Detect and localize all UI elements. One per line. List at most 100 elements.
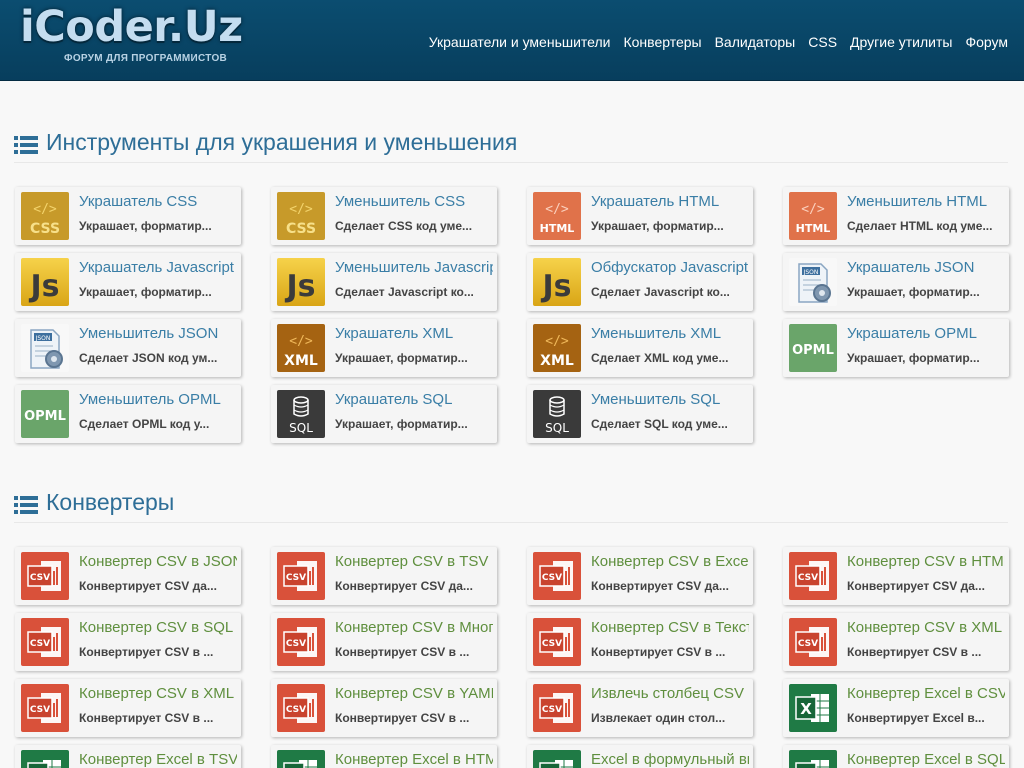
nav-converters[interactable]: Конвертеры [623,34,701,50]
tool-card[interactable]: OPML Уменьшитель OPML Сделает OPML код у..… [15,385,241,443]
tool-description: Конвертирует CSV в ... [591,645,726,659]
tool-description: Конвертирует Excel в... [847,711,985,725]
sql-icon: SQL [533,390,581,438]
tool-card[interactable]: CSV Конвертер CSV в TSV Конвертирует CSV д… [271,547,497,605]
tool-description: Конвертирует CSV в ... [79,645,214,659]
tool-card[interactable]: SQL Уменьшитель SQL Сделает SQL код уме... [527,385,753,443]
tool-card[interactable]: X Конвертер Excel в SQL [783,745,1009,768]
tool-title[interactable]: Конвертер Excel в HTML [335,751,493,768]
tool-card[interactable]: </> XML Уменьшитель XML Сделает XML код уме… [527,319,753,377]
nav-other-tools[interactable]: Другие утилиты [850,34,952,50]
tool-description: Украшает, форматир... [335,351,468,365]
csv-icon: CSV [789,552,837,600]
tool-card[interactable]: </> CSS Уменьшитель CSS Сделает CSS код уме… [271,187,497,245]
tool-title[interactable]: Украшатель JSON [847,259,1005,279]
tool-title[interactable]: Украшатель HTML [591,193,749,213]
opml-icon: OPML [21,390,69,438]
tool-title[interactable]: Украшатель XML [335,325,493,345]
opml-icon: OPML [789,324,837,372]
site-logo[interactable]: iCoder.Uz ФОРУМ ДЛЯ ПРОГРАММИСТОВ [20,2,270,72]
tool-title[interactable]: Конвертер Excel в TSV [79,751,237,768]
tool-card[interactable]: Js Обфускатор Javascript Сделает Javascrip… [527,253,753,311]
svg-text:</>: </> [289,334,313,349]
tool-title[interactable]: Уменьшитель Javascript [335,259,493,279]
tool-title[interactable]: Уменьшитель XML [591,325,749,345]
tool-card[interactable]: OPML Украшатель OPML Украшает, форматир... [783,319,1009,377]
tool-title[interactable]: Уменьшитель OPML [79,391,237,411]
tool-card[interactable]: Js Уменьшитель Javascript Сделает Javascri… [271,253,497,311]
svg-text:CSV: CSV [286,705,306,715]
tool-description: Сделает SQL код уме... [591,417,728,431]
svg-text:SQL: SQL [545,421,569,435]
tool-title[interactable]: Конвертер CSV в Текст [591,619,749,639]
tool-title[interactable]: Конвертер CSV в SQL [79,619,237,639]
tool-title[interactable]: Конвертер CSV в XML [79,685,237,705]
nav-validators[interactable]: Валидаторы [715,34,796,50]
svg-text:CSV: CSV [286,573,306,583]
tool-title[interactable]: Конвертер CSV в Много [335,619,493,639]
svg-text:XML: XML [540,353,574,369]
tool-card[interactable]: X Конвертер Excel в TSV [15,745,241,768]
tool-card[interactable]: </> HTML Уменьшитель HTML Сделает HTML код … [783,187,1009,245]
tool-card[interactable]: CSV Извлечь столбец CSV Извлекает один сто… [527,679,753,737]
json-icon: JSON [21,324,69,372]
tool-card[interactable]: JSON Уменьшитель JSON Сделает JSON код ум.… [15,319,241,377]
tool-title[interactable]: Конвертер CSV в XML [847,619,1005,639]
tool-card[interactable]: CSV Конвертер CSV в Текст Конвертирует CSV… [527,613,753,671]
tool-title[interactable]: Украшатель SQL [335,391,493,411]
excel-icon: X [789,750,837,768]
svg-text:CSV: CSV [30,705,50,715]
tool-card[interactable]: CSV Конвертер CSV в HTML Конвертирует CSV … [783,547,1009,605]
tool-card[interactable]: CSV Конвертер CSV в XML Конвертирует CSV в… [15,679,241,737]
js-icon: Js [533,258,581,306]
html-icon: </> HTML [533,192,581,240]
tool-card[interactable]: CSV Конвертер CSV в XML Конвертирует CSV в… [783,613,1009,671]
tool-description: Украшает, форматир... [79,285,212,299]
csv-icon: CSV [533,552,581,600]
svg-text:</>: </> [289,202,313,217]
nav-beautifiers[interactable]: Украшатели и уменьшители [429,34,611,50]
tool-card[interactable]: CSV Конвертер CSV в Excel Конвертирует CSV… [527,547,753,605]
nav-forum[interactable]: Форум [965,34,1008,50]
tool-title[interactable]: Украшатель Javascript [79,259,237,279]
tool-title[interactable]: Уменьшитель SQL [591,391,749,411]
tool-card[interactable]: SQL Украшатель SQL Украшает, форматир... [271,385,497,443]
tool-card[interactable]: </> CSS Украшатель CSS Украшает, форматир..… [15,187,241,245]
tool-card[interactable]: CSV Конвертер CSV в SQL Конвертирует CSV в… [15,613,241,671]
tool-title[interactable]: Конвертер CSV в Excel [591,553,749,573]
tool-title[interactable]: Конвертер CSV в YAML [335,685,493,705]
svg-text:HTML: HTML [796,222,831,235]
tool-card[interactable]: CSV Конвертер CSV в Много Конвертирует CSV… [271,613,497,671]
tool-description: Украшает, форматир... [335,417,468,431]
tool-title[interactable]: Уменьшитель CSS [335,193,493,213]
tool-title[interactable]: Конвертер Excel в SQL [847,751,1005,768]
svg-text:CSV: CSV [798,639,818,649]
tool-card[interactable]: CSV Конвертер CSV в YAML Конвертирует CSV … [271,679,497,737]
section-title: Конвертеры [46,489,175,515]
tool-title[interactable]: Извлечь столбец CSV [591,685,749,705]
tool-card[interactable]: JSON Украшатель JSON Украшает, форматир... [783,253,1009,311]
csv-icon: CSV [277,684,325,732]
tool-title[interactable]: Конвертер CSV в TSV [335,553,493,573]
tool-card[interactable]: </> XML Украшатель XML Украшает, форматир..… [271,319,497,377]
tool-card[interactable]: CSV Конвертер CSV в JSON Конвертирует CSV … [15,547,241,605]
tool-title[interactable]: Конвертер CSV в HTML [847,553,1005,573]
tool-title[interactable]: Конвертер Excel в CSV [847,685,1005,705]
tool-title[interactable]: Уменьшитель HTML [847,193,1005,213]
tool-card[interactable]: X Конвертер Excel в CSV Конвертирует Excel… [783,679,1009,737]
tool-title[interactable]: Украшатель OPML [847,325,1005,345]
tool-card[interactable]: Js Украшатель Javascript Украшает, формати… [15,253,241,311]
nav-css[interactable]: CSS [808,34,837,50]
tool-title[interactable]: Уменьшитель JSON [79,325,237,345]
svg-text:JSON: JSON [35,335,51,342]
tool-title[interactable]: Украшатель CSS [79,193,237,213]
tool-card[interactable]: X Конвертер Excel в HTML [271,745,497,768]
tool-card[interactable]: X Excel в формульный вид [527,745,753,768]
tool-card[interactable]: </> HTML Украшатель HTML Украшает, форматир… [527,187,753,245]
tool-title[interactable]: Excel в формульный вид [591,751,749,768]
svg-text:</>: </> [545,334,569,349]
svg-text:CSV: CSV [30,573,50,583]
csv-icon: CSV [533,618,581,666]
tool-title[interactable]: Обфускатор Javascript [591,259,749,279]
tool-title[interactable]: Конвертер CSV в JSON [79,553,237,573]
